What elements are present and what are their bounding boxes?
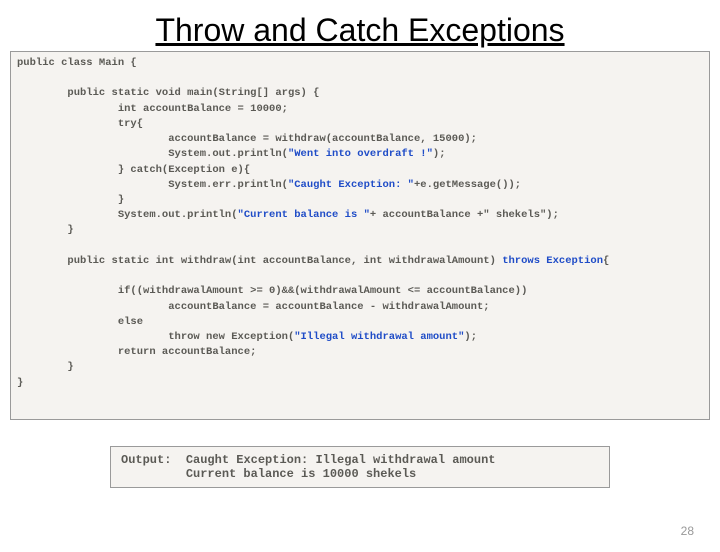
code-line: if((withdrawalAmount >= 0)&&(withdrawalA…: [17, 285, 527, 297]
string-literal: "Current balance is ": [238, 209, 370, 221]
output-label: Output:: [121, 453, 171, 467]
output-line: Current balance is 10000 shekels: [186, 467, 416, 481]
code-line: }: [17, 377, 23, 389]
code-line: );: [464, 331, 477, 343]
code-line: public static int withdraw(int accountBa…: [17, 255, 502, 267]
string-literal: "Illegal withdrawal amount": [294, 331, 464, 343]
code-line: throw new Exception(: [17, 331, 294, 343]
code-line: + accountBalance +" shekels");: [370, 209, 559, 221]
output-line: Caught Exception: Illegal withdrawal amo…: [186, 453, 496, 467]
code-line: accountBalance = withdraw(accountBalance…: [17, 133, 477, 145]
code-line: accountBalance = accountBalance - withdr…: [17, 301, 490, 313]
code-line: } catch(Exception e){: [17, 164, 250, 176]
code-line: System.out.println(: [17, 209, 238, 221]
slide-title: Throw and Catch Exceptions: [0, 12, 720, 49]
string-literal: "Caught Exception: ": [288, 179, 414, 191]
code-line: }: [17, 194, 124, 206]
code-line: {: [603, 255, 609, 267]
code-line: System.out.println(: [17, 148, 288, 160]
code-line: }: [17, 361, 74, 373]
code-line: +e.getMessage());: [414, 179, 521, 191]
code-line: int accountBalance = 10000;: [17, 103, 288, 115]
code-line: );: [433, 148, 446, 160]
page-number: 28: [681, 524, 694, 538]
code-line: public static void main(String[] args) {: [17, 87, 319, 99]
string-literal: "Went into overdraft !": [288, 148, 433, 160]
code-line: public class Main {: [17, 57, 137, 69]
code-line: }: [17, 224, 74, 236]
code-line: else: [17, 316, 143, 328]
code-line: return accountBalance;: [17, 346, 256, 358]
output-box: Output: Caught Exception: Illegal withdr…: [110, 446, 610, 488]
code-line: try{: [17, 118, 143, 130]
code-block: public class Main { public static void m…: [10, 51, 710, 420]
code-line: System.err.println(: [17, 179, 288, 191]
throws-clause: throws Exception: [502, 255, 603, 267]
